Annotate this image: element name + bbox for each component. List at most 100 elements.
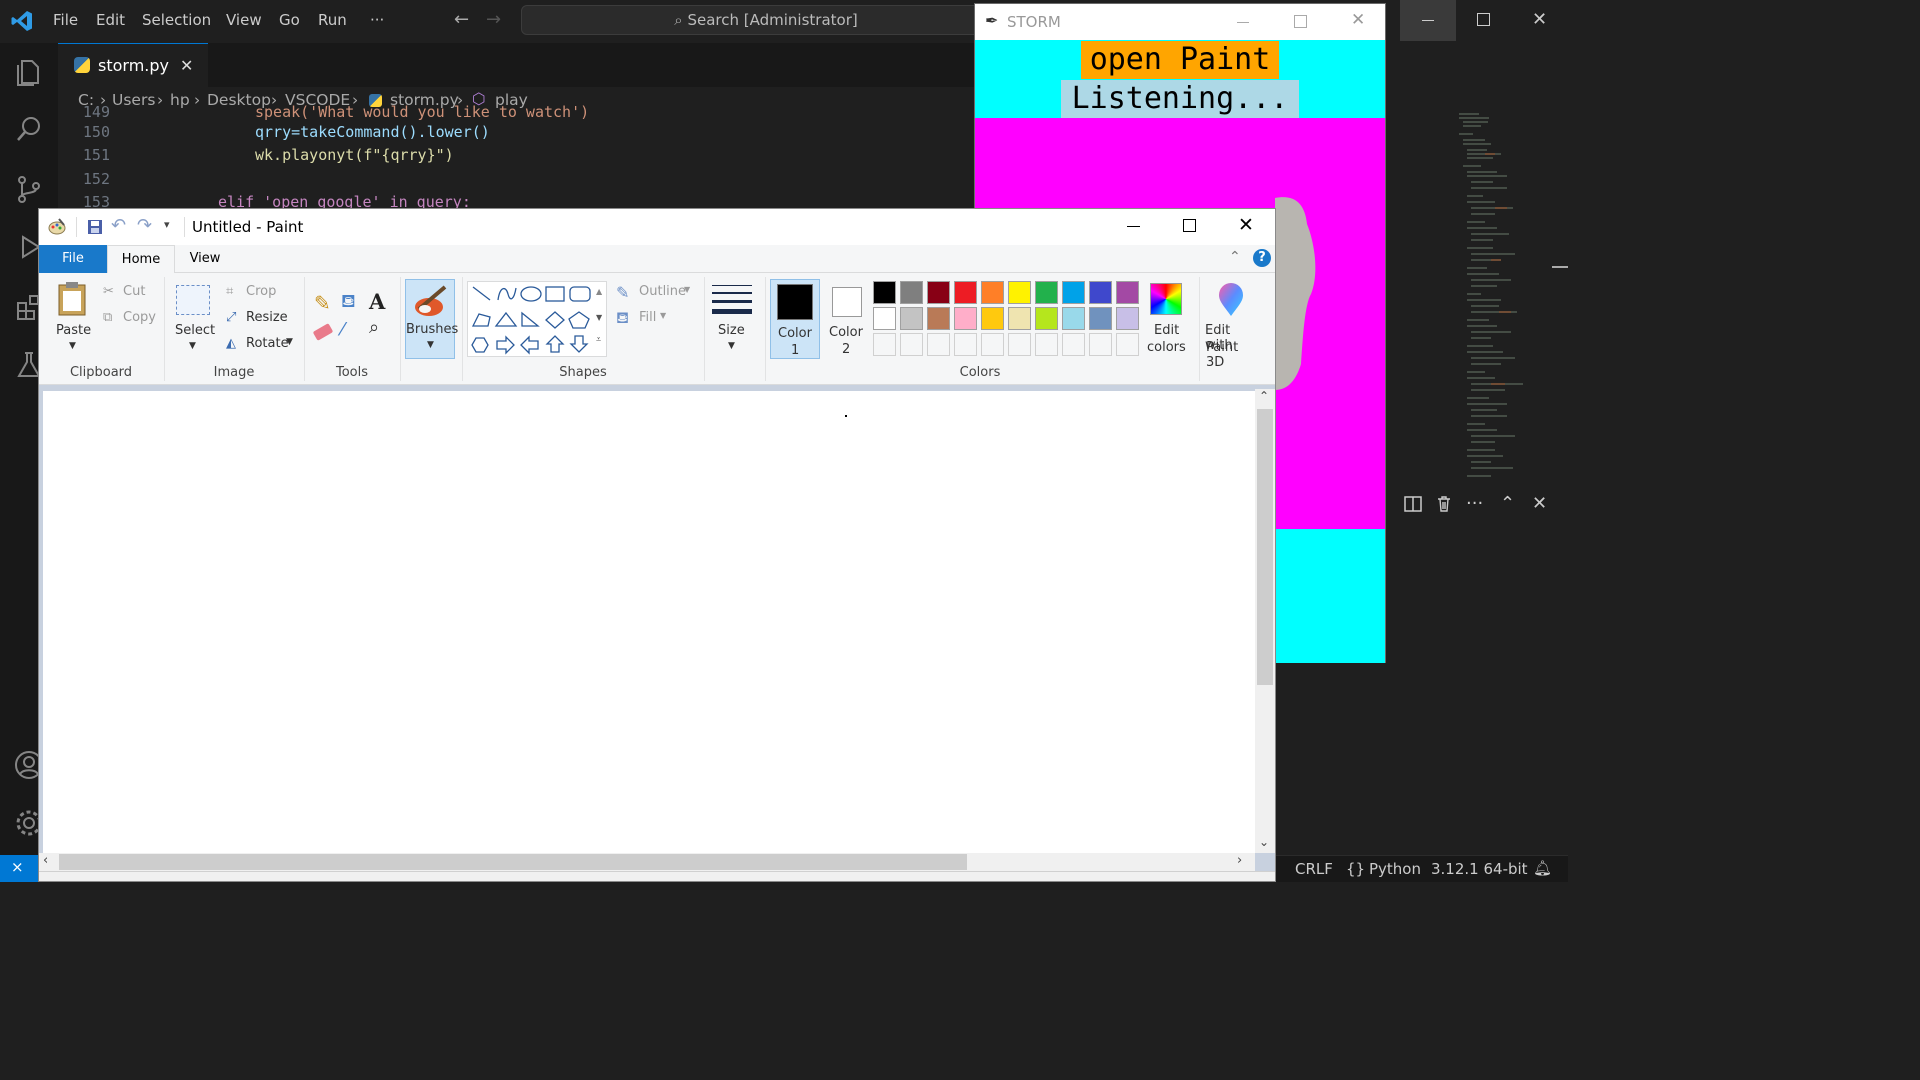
command-center-search[interactable]: ⌕ Search [Administrator]	[521, 5, 1011, 35]
back-arrow-icon[interactable]: ←	[454, 9, 469, 30]
gallery-scroll-up-icon[interactable]: ▲	[596, 287, 602, 296]
pencil-icon[interactable]: ✎	[314, 291, 331, 315]
scroll-left-icon[interactable]: ‹	[43, 853, 48, 868]
search-icon[interactable]	[13, 113, 45, 145]
menu-file[interactable]: File	[53, 11, 78, 29]
vscode-restore-icon[interactable]	[1477, 13, 1490, 26]
custom-color-slot[interactable]	[981, 333, 1004, 356]
eraser-icon[interactable]	[312, 323, 334, 341]
palette-swatch[interactable]	[1008, 307, 1031, 330]
custom-color-slot[interactable]	[1062, 333, 1085, 356]
gallery-expand-icon[interactable]: ⩡	[596, 335, 601, 345]
tab-view[interactable]: View	[175, 245, 235, 273]
close-icon[interactable]: ✕	[1238, 214, 1254, 236]
scroll-right-icon[interactable]: ›	[1237, 853, 1242, 868]
close-panel-icon[interactable]: ✕	[1532, 493, 1547, 514]
palette-swatch[interactable]	[1116, 307, 1139, 330]
palette-swatch[interactable]	[981, 281, 1004, 304]
palette-swatch[interactable]	[927, 281, 950, 304]
select-button[interactable]: Select ▼	[172, 277, 215, 361]
split-terminal-icon[interactable]	[1404, 495, 1422, 513]
menu-more[interactable]: ···	[370, 11, 384, 29]
crop-button[interactable]: Crop	[246, 284, 276, 299]
close-icon[interactable]: ✕	[1351, 10, 1365, 30]
palette-swatch[interactable]	[1008, 281, 1031, 304]
palette-swatch[interactable]	[927, 307, 950, 330]
custom-color-slot[interactable]	[1116, 333, 1139, 356]
breadcrumb-users[interactable]: Users	[112, 91, 155, 109]
color-picker-icon[interactable]: ⁄	[341, 319, 344, 340]
custom-color-slot[interactable]	[873, 333, 896, 356]
minimize-icon[interactable]	[1237, 22, 1249, 23]
paste-button[interactable]: Paste ▼	[47, 277, 97, 361]
palette-swatch[interactable]	[873, 281, 896, 304]
minimap[interactable]	[1455, 110, 1545, 490]
drawing-canvas[interactable]	[43, 391, 1256, 853]
custom-color-slot[interactable]	[900, 333, 923, 356]
save-icon[interactable]	[87, 219, 103, 235]
maximize-panel-icon[interactable]: ⌃	[1500, 493, 1515, 514]
panel-more-icon[interactable]: ···	[1466, 493, 1483, 514]
copy-button[interactable]: Copy	[123, 310, 156, 325]
fill-bucket-icon[interactable]: ⛾	[341, 291, 356, 315]
menu-go[interactable]: Go	[279, 11, 300, 29]
maximize-icon[interactable]	[1183, 219, 1196, 232]
tab-home[interactable]: Home	[107, 245, 175, 274]
brushes-button[interactable]: Brushes ▼	[405, 279, 458, 359]
menu-run[interactable]: Run	[318, 11, 347, 29]
palette-swatch[interactable]	[900, 307, 923, 330]
custom-color-slot[interactable]	[1089, 333, 1112, 356]
status-language[interactable]: Python	[1369, 860, 1421, 878]
palette-swatch[interactable]	[900, 281, 923, 304]
size-button[interactable]: Size ▼	[707, 277, 757, 361]
edit-with-paint3d-button[interactable]: Edit with Paint 3D	[1202, 277, 1260, 370]
custom-color-slot[interactable]	[927, 333, 950, 356]
paint-app-icon[interactable]	[47, 217, 67, 237]
custom-color-slot[interactable]	[1008, 333, 1031, 356]
trash-icon[interactable]	[1435, 495, 1453, 513]
menu-selection[interactable]: Selection	[142, 11, 211, 29]
tab-storm-py[interactable]: storm.py ✕	[58, 43, 208, 87]
palette-swatch[interactable]	[981, 307, 1004, 330]
vertical-scrollbar[interactable]: ⌃ ⌄	[1255, 389, 1275, 853]
code-editor[interactable]: 149 speak('What would you like to watch'…	[58, 103, 974, 211]
tab-file[interactable]: File	[39, 245, 107, 273]
horizontal-scrollbar[interactable]: ‹ ›	[39, 853, 1255, 871]
redo-icon[interactable]: ↷	[137, 215, 152, 236]
custom-color-slot[interactable]	[1035, 333, 1058, 356]
menu-edit[interactable]: Edit	[96, 11, 125, 29]
tab-close-icon[interactable]: ✕	[180, 56, 193, 75]
minimize-icon[interactable]	[1127, 226, 1140, 227]
explorer-icon[interactable]	[13, 55, 45, 87]
horizontal-scroll-thumb[interactable]	[59, 854, 967, 870]
cut-button[interactable]: Cut	[123, 284, 145, 299]
palette-swatch[interactable]	[1116, 281, 1139, 304]
edit-colors-button[interactable]: Edit colors	[1145, 277, 1187, 361]
palette-swatch[interactable]	[873, 307, 896, 330]
customize-qat-icon[interactable]: ▾	[164, 218, 170, 231]
undo-icon[interactable]: ↶	[111, 215, 126, 236]
vscode-minimize-button[interactable]	[1400, 0, 1456, 41]
notifications-bell-icon[interactable]: 🔔︎	[1533, 859, 1552, 877]
source-control-icon[interactable]	[13, 173, 45, 205]
resize-button[interactable]: Resize	[246, 310, 288, 325]
palette-swatch[interactable]	[954, 281, 977, 304]
palette-swatch[interactable]	[1089, 307, 1112, 330]
shapes-gallery[interactable]	[467, 281, 607, 357]
status-eol[interactable]: CRLF	[1295, 860, 1333, 878]
collapse-ribbon-icon[interactable]: ⌃	[1229, 249, 1241, 265]
scroll-up-icon[interactable]: ⌃	[1259, 389, 1269, 403]
breadcrumb-hp[interactable]: hp	[170, 91, 190, 109]
palette-swatch[interactable]	[1035, 307, 1058, 330]
palette-swatch[interactable]	[1089, 281, 1112, 304]
forward-arrow-icon[interactable]: →	[486, 9, 501, 30]
maximize-icon[interactable]	[1294, 15, 1307, 28]
vertical-scroll-thumb[interactable]	[1257, 409, 1273, 685]
palette-swatch[interactable]	[1062, 307, 1085, 330]
fill-button[interactable]: Fill	[639, 310, 656, 325]
magnifier-icon[interactable]: ⌕	[369, 317, 379, 338]
gallery-scroll-down-icon[interactable]: ▼	[596, 313, 602, 322]
text-tool-icon[interactable]: A	[369, 289, 385, 314]
menu-view[interactable]: View	[226, 11, 262, 29]
palette-swatch[interactable]	[1062, 281, 1085, 304]
